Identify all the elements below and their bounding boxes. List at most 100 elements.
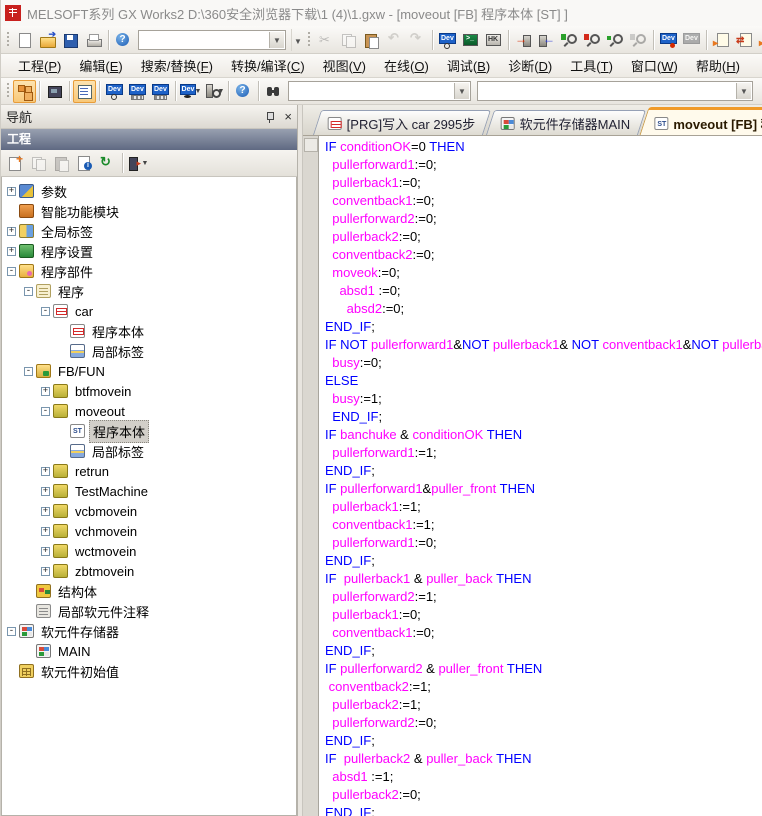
tree-item-局部软元件注释[interactable]: 局部软元件注释 — [2, 601, 296, 621]
tab-device-memory-main[interactable]: 软元件存储器MAIN — [486, 110, 646, 135]
help2-button[interactable] — [232, 80, 255, 103]
write-to-plc-button[interactable] — [512, 28, 535, 51]
tree-item-程序本体[interactable]: 程序本体 — [2, 321, 296, 341]
menu-item-2[interactable]: 搜索/替换(F) — [132, 53, 222, 78]
tree-item-btfmovein[interactable]: +btfmovein — [2, 381, 296, 401]
workwin-icon — [76, 83, 93, 99]
verify-result-button[interactable] — [756, 28, 762, 51]
find-target-combobox[interactable]: ▼ — [288, 81, 471, 101]
menu-item-7[interactable]: 诊断(D) — [499, 53, 561, 78]
expand-icon[interactable]: + — [41, 547, 50, 556]
collapse-icon[interactable]: - — [7, 267, 16, 276]
program-check-button[interactable] — [459, 28, 482, 51]
page-search-button[interactable] — [756, 80, 762, 103]
watch-start-button[interactable] — [604, 28, 627, 51]
new-data-button[interactable] — [4, 152, 27, 175]
expand-icon[interactable]: + — [41, 507, 50, 516]
tab-prg-car[interactable]: [PRG]写入 car 2995步 — [313, 110, 491, 135]
data-property-button[interactable] — [73, 152, 96, 175]
tree-item-程序本体[interactable]: 程序本体 — [2, 421, 296, 441]
new-project-button[interactable] — [13, 28, 36, 51]
menu-item-10[interactable]: 帮助(H) — [687, 53, 749, 78]
toolbar-standard-overflow-button[interactable]: ▼ — [291, 29, 304, 51]
expand-icon[interactable]: + — [41, 387, 50, 396]
tree-item-FB/FUN[interactable]: -FB/FUN — [2, 361, 296, 381]
device-watch-button[interactable]: ▼ — [179, 80, 202, 103]
cross-reference-button[interactable] — [262, 80, 285, 103]
tree-item-程序[interactable]: -程序 — [2, 281, 296, 301]
tree-item-vcbmovein[interactable]: +vcbmovein — [2, 501, 296, 521]
tree-item-car[interactable]: -car — [2, 301, 296, 321]
expand-icon[interactable]: + — [41, 487, 50, 496]
program-convert-button[interactable] — [482, 28, 505, 51]
tree-item-TestMachine[interactable]: +TestMachine — [2, 481, 296, 501]
tree-item-局部标签[interactable]: 局部标签 — [2, 341, 296, 361]
menu-item-8[interactable]: 工具(T) — [561, 53, 622, 78]
collapse-icon[interactable]: - — [24, 367, 33, 376]
menu-item-1[interactable]: 编辑(E) — [70, 53, 131, 78]
tree-item-软元件初始值[interactable]: 软元件初始值 — [2, 661, 296, 681]
refresh-button[interactable] — [96, 152, 119, 175]
tree-item-程序设置[interactable]: +程序设置 — [2, 241, 296, 261]
menu-item-5[interactable]: 在线(O) — [375, 53, 438, 78]
tree-item-zbtmovein[interactable]: +zbtmovein — [2, 561, 296, 581]
collapse-icon[interactable]: - — [7, 627, 16, 636]
menu-item-3[interactable]: 转换/编译(C) — [222, 53, 314, 78]
save-project-button[interactable] — [59, 28, 82, 51]
device-search-button[interactable]: ▼ — [202, 80, 225, 103]
device-batch-button[interactable] — [149, 80, 172, 103]
tree-item-MAIN[interactable]: MAIN — [2, 641, 296, 661]
close-icon[interactable]: × — [284, 111, 292, 123]
chevron-down-icon[interactable]: ▼ — [736, 83, 751, 99]
tree-item-程序部件[interactable]: -程序部件 — [2, 261, 296, 281]
monitor-start-button[interactable] — [558, 28, 581, 51]
tree-item-软元件存储器[interactable]: -软元件存储器 — [2, 621, 296, 641]
device-list-button[interactable] — [126, 80, 149, 103]
work-window-button[interactable] — [73, 80, 96, 103]
menu-item-0[interactable]: 工程(P) — [9, 53, 70, 78]
menu-item-6[interactable]: 调试(B) — [438, 53, 499, 78]
tree-item-moveout[interactable]: -moveout — [2, 401, 296, 421]
chevron-down-icon[interactable]: ▼ — [454, 83, 469, 99]
expand-icon[interactable]: + — [41, 567, 50, 576]
pin-icon[interactable] — [264, 111, 276, 123]
module-configuration-button[interactable] — [43, 80, 66, 103]
tree-item-vchmovein[interactable]: +vchmovein — [2, 521, 296, 541]
tab-moveout-fb[interactable]: moveout [FB] 程序本体 — [639, 107, 762, 136]
expand-icon[interactable]: + — [41, 467, 50, 476]
tree-item-wctmovein[interactable]: +wctmovein — [2, 541, 296, 561]
device-comment-button[interactable] — [103, 80, 126, 103]
tree-item-局部标签[interactable]: 局部标签 — [2, 441, 296, 461]
monitor-stop-button[interactable] — [581, 28, 604, 51]
collapse-icon[interactable]: - — [41, 307, 50, 316]
collapse-icon[interactable]: - — [41, 407, 50, 416]
find-string-combobox[interactable]: ▼ — [477, 81, 753, 101]
chevron-down-icon[interactable]: ▼ — [269, 32, 284, 48]
tree-item-全局标签[interactable]: +全局标签 — [2, 221, 296, 241]
help-button[interactable] — [112, 28, 135, 51]
project-tree[interactable]: +参数智能功能模块+全局标签+程序设置-程序部件-程序-car程序本体局部标签-… — [1, 177, 297, 816]
paste-button[interactable] — [360, 28, 383, 51]
tree-item-智能功能模块[interactable]: 智能功能模块 — [2, 201, 296, 221]
project-selector-combobox[interactable]: ▼ — [138, 30, 286, 50]
read-from-plc-button[interactable] — [535, 28, 558, 51]
online-program-change-button[interactable] — [733, 28, 756, 51]
expand-icon[interactable]: + — [7, 227, 16, 236]
sort-device-button[interactable]: ▼ — [126, 152, 149, 175]
collapse-icon[interactable]: - — [24, 287, 33, 296]
device-comment-search-button[interactable] — [436, 28, 459, 51]
print-button[interactable] — [82, 28, 105, 51]
open-project-button[interactable] — [36, 28, 59, 51]
menu-item-9[interactable]: 窗口(W) — [622, 53, 687, 78]
tree-item-retrun[interactable]: +retrun — [2, 461, 296, 481]
expand-icon[interactable]: + — [7, 187, 16, 196]
menu-item-4[interactable]: 视图(V) — [314, 53, 375, 78]
expand-icon[interactable]: + — [7, 247, 16, 256]
device-monitor-on-button[interactable] — [657, 28, 680, 51]
expand-icon[interactable]: + — [41, 527, 50, 536]
tree-item-参数[interactable]: +参数 — [2, 181, 296, 201]
tree-item-结构体[interactable]: 结构体 — [2, 581, 296, 601]
verify-with-plc-button[interactable] — [710, 28, 733, 51]
st-code-editor[interactable]: IF conditionOK=0 THEN pullerforward1:=0;… — [319, 136, 762, 816]
navigation-window-toggle-button[interactable] — [13, 80, 36, 103]
